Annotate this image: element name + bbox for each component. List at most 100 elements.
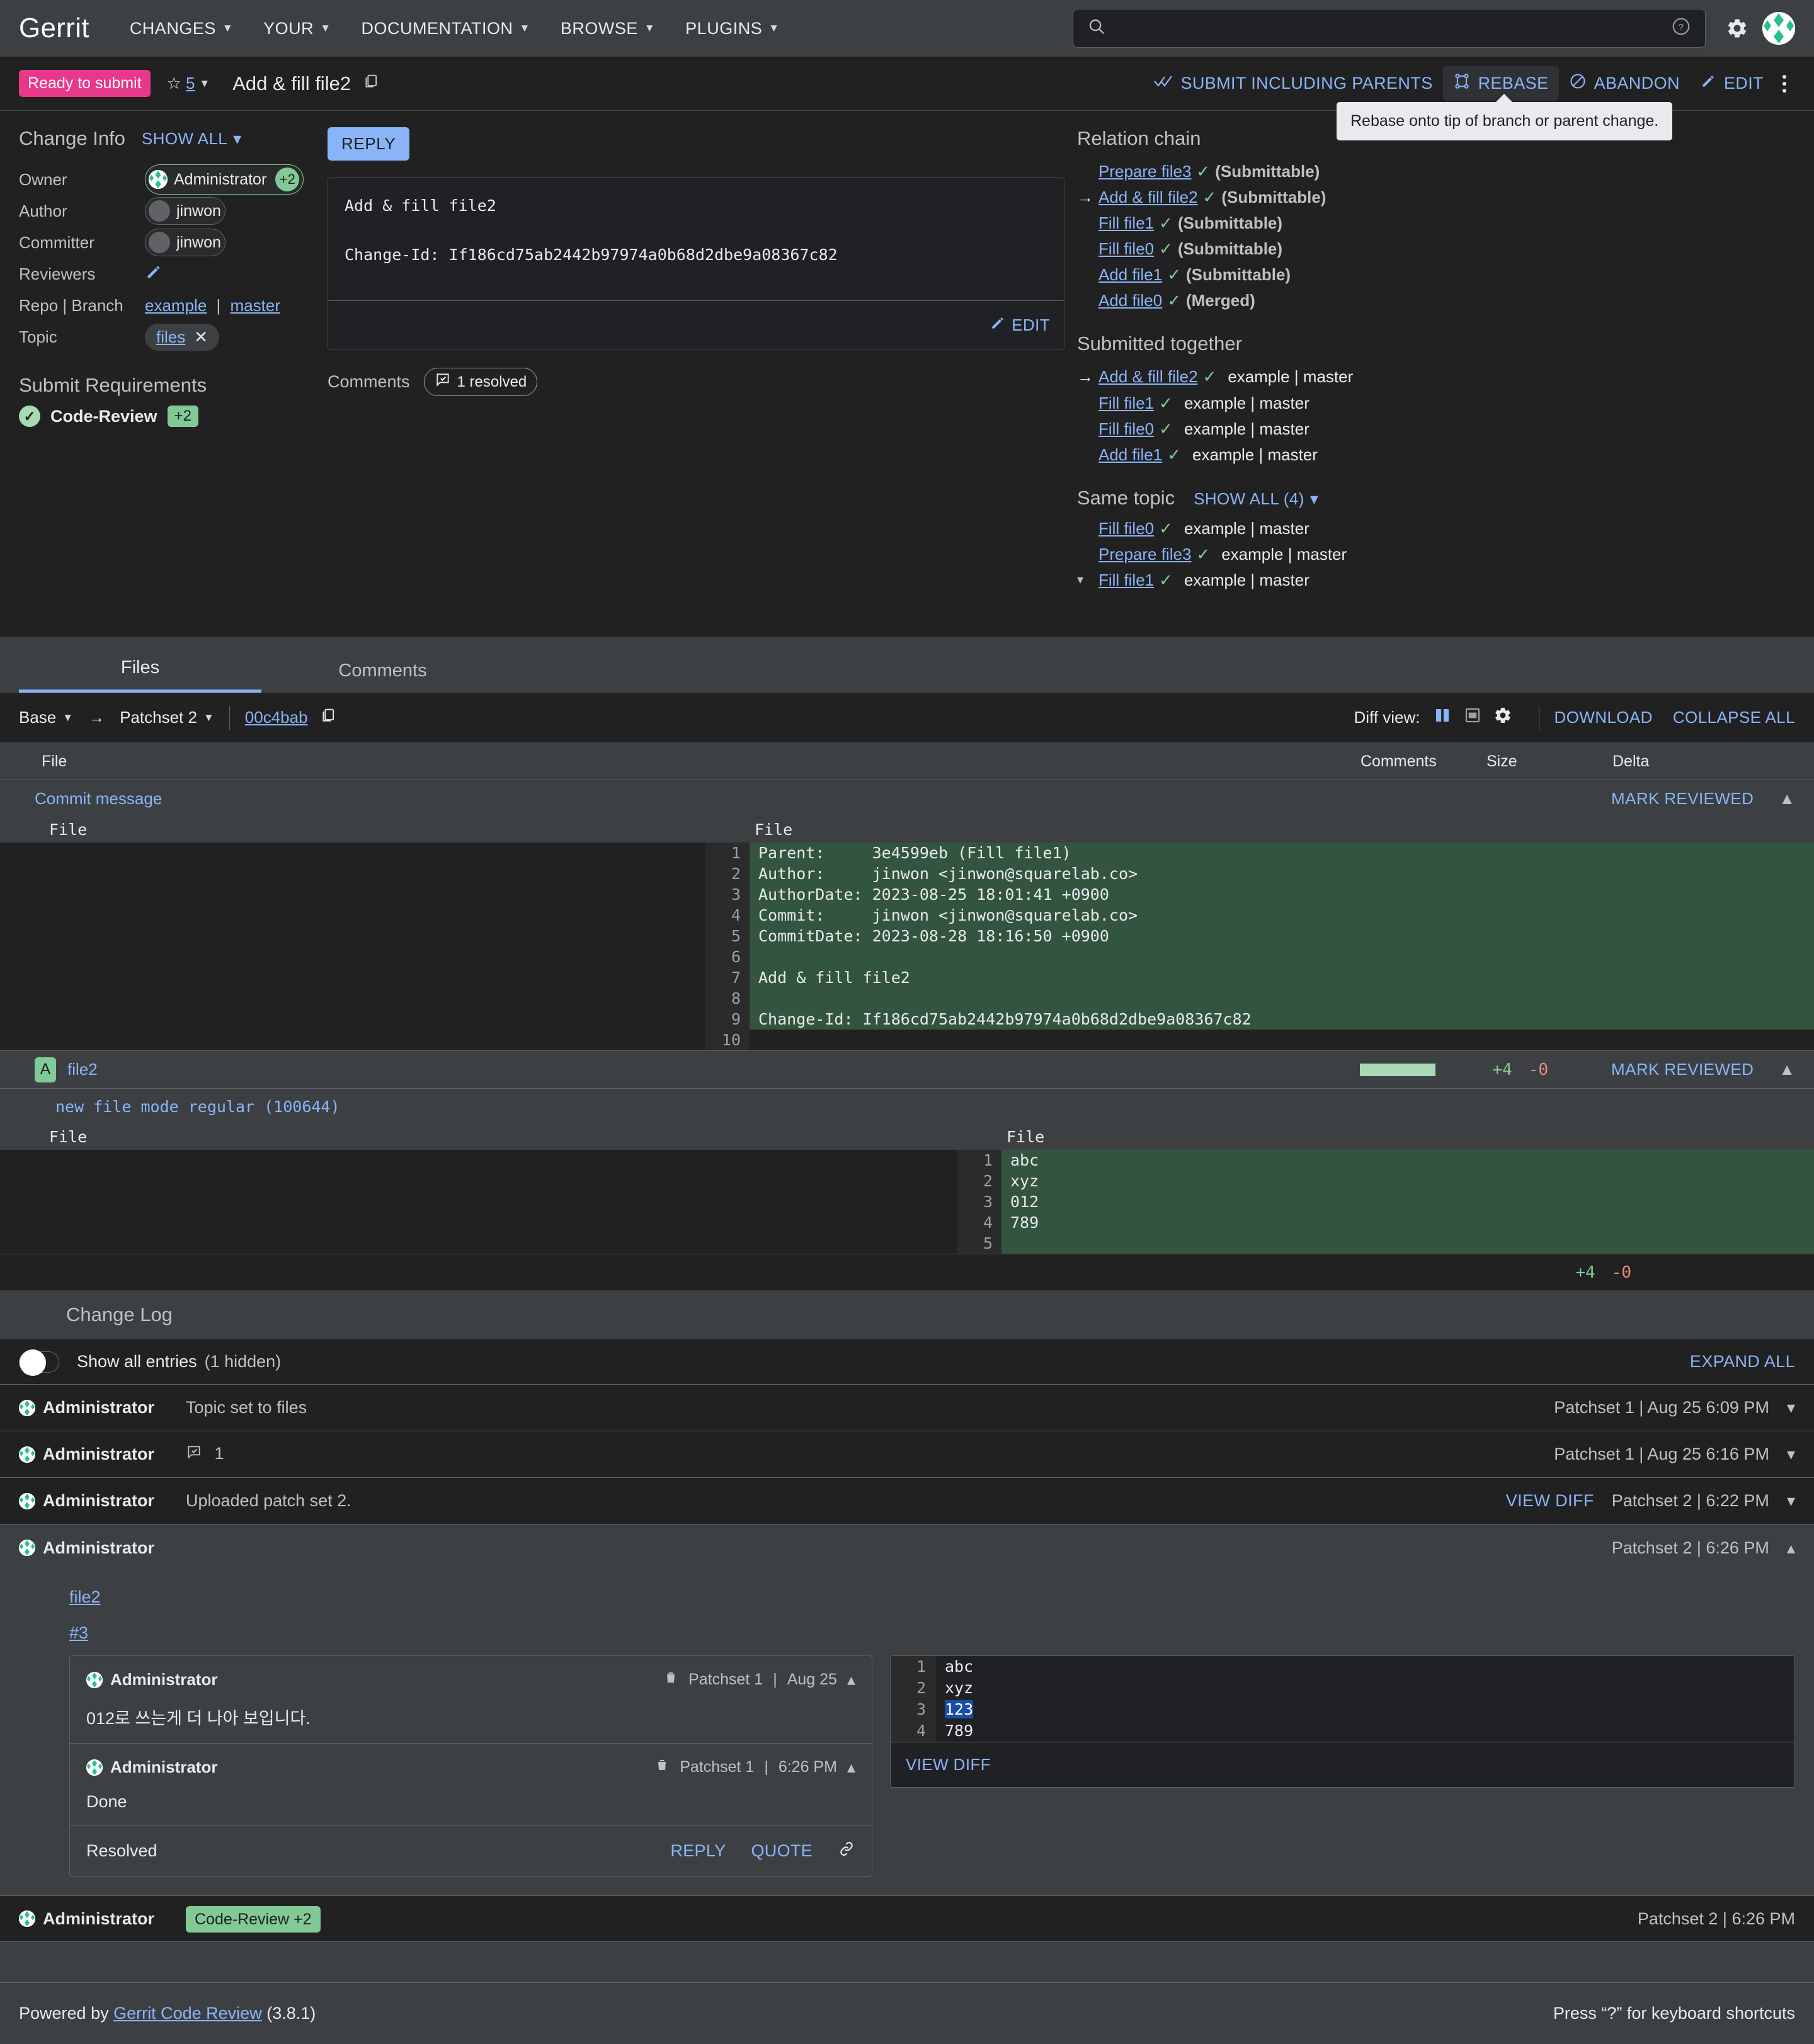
view-diff-button[interactable]: VIEW DIFF — [906, 1755, 991, 1774]
show-all-entries-toggle[interactable] — [19, 1349, 59, 1376]
repo-link[interactable]: example — [145, 296, 207, 315]
user-avatar[interactable] — [1762, 12, 1795, 45]
chevron-up-icon[interactable]: ▴ — [847, 1757, 855, 1777]
copy-sha-icon[interactable] — [319, 707, 337, 729]
star-count[interactable]: 5 — [186, 74, 195, 93]
relation-chain-item[interactable]: Fill file1 ✓ (Submittable) — [1077, 210, 1795, 236]
relation-link[interactable]: Add file1 — [1098, 262, 1162, 288]
nav-item-browse[interactable]: BROWSE ▼ — [545, 19, 670, 38]
comment-file-link[interactable]: file2 — [69, 1587, 101, 1607]
nav-item-plugins[interactable]: PLUGINS ▼ — [670, 19, 794, 38]
gerrit-link[interactable]: Gerrit Code Review — [113, 2004, 262, 2023]
relation-link[interactable]: Fill file0 — [1098, 236, 1154, 262]
chevron-down-icon[interactable]: ▾ — [1077, 571, 1093, 591]
star-control[interactable]: ☆ 5 ▼ — [167, 74, 210, 93]
file-row-commit-message[interactable]: Commit message MARK REVIEWED ▲ — [0, 780, 1814, 818]
comment-line-link[interactable]: #3 — [69, 1623, 88, 1643]
change-log-entry-vote[interactable]: Administrator Code-Review +2 Patchset 2 … — [0, 1895, 1814, 1943]
change-log-entry-expanded[interactable]: Administrator Patchset 2 | 6:26 PM ▴ — [0, 1524, 1814, 1572]
relation-link[interactable]: Prepare file3 — [1098, 159, 1191, 185]
same-topic-link[interactable]: Fill file1 — [1098, 567, 1154, 593]
submitted-link[interactable]: Fill file1 — [1098, 390, 1154, 416]
resolved-comments-chip[interactable]: 1 resolved — [423, 368, 538, 396]
topic-link[interactable]: files — [156, 327, 185, 347]
edit-button[interactable]: EDIT — [1690, 67, 1774, 100]
change-log-entry[interactable]: Administrator Topic set to files Patchse… — [0, 1385, 1814, 1432]
same-topic-show-all-button[interactable]: SHOW ALL (4) ▾ — [1194, 489, 1318, 509]
relation-chain-item[interactable]: Add file1 ✓ (Submittable) — [1077, 262, 1795, 288]
expand-all-button[interactable]: EXPAND ALL — [1690, 1352, 1795, 1371]
branch-link[interactable]: master — [231, 296, 280, 315]
file-name[interactable]: Commit message — [35, 789, 162, 809]
chevron-up-icon[interactable]: ▴ — [1787, 1538, 1795, 1558]
search-input[interactable] — [1115, 18, 1662, 38]
side-by-side-diff-icon[interactable] — [1433, 706, 1452, 729]
submitted-link[interactable]: Add file1 — [1098, 442, 1162, 468]
chevron-down-icon[interactable]: ▾ — [1787, 1398, 1795, 1417]
quote-comment-button[interactable]: QUOTE — [751, 1841, 813, 1861]
tab-files[interactable]: Files — [19, 657, 261, 693]
chevron-down-icon[interactable]: ▼ — [199, 77, 210, 90]
delete-icon[interactable] — [654, 1757, 670, 1777]
chevron-down-icon[interactable]: ▾ — [1787, 1491, 1795, 1511]
view-diff-button[interactable]: VIEW DIFF — [1506, 1491, 1594, 1511]
relation-link[interactable]: Add & fill file2 — [1098, 185, 1198, 210]
gear-icon[interactable] — [1726, 17, 1748, 40]
chevron-down-icon[interactable]: ▾ — [1787, 1445, 1795, 1464]
relation-chain-item[interactable]: Prepare file3 ✓ (Submittable) — [1077, 159, 1795, 185]
target-patchset-select[interactable]: Patchset 2 ▼ — [120, 708, 214, 727]
change-log-entry[interactable]: Administrator Uploaded patch set 2. VIEW… — [0, 1478, 1814, 1525]
change-log-entry[interactable]: Administrator 1 Patchset 1 | Aug 25 6:16… — [0, 1431, 1814, 1479]
edit-commit-message-button[interactable]: EDIT — [990, 315, 1050, 336]
collapse-icon[interactable]: ▲ — [1779, 789, 1795, 809]
diff-preferences-gear-icon[interactable] — [1493, 706, 1512, 729]
same-topic-item[interactable]: ▾ Fill file1 ✓ example | master — [1077, 567, 1795, 593]
abandon-button[interactable]: ABANDON — [1559, 66, 1690, 101]
reply-button[interactable]: REPLY — [328, 127, 410, 161]
unified-diff-icon[interactable] — [1463, 706, 1482, 729]
relation-link[interactable]: Fill file1 — [1098, 210, 1154, 236]
tab-comments[interactable]: Comments — [261, 661, 504, 693]
owner-chip[interactable]: Administrator +2 — [145, 164, 304, 195]
submitted-together-item[interactable]: Fill file0 ✓ example | master — [1077, 416, 1795, 442]
same-topic-item[interactable]: Prepare file3 ✓ example | master — [1077, 542, 1795, 567]
gerrit-logo[interactable]: Gerrit — [19, 13, 89, 44]
download-button[interactable]: DOWNLOAD — [1554, 708, 1653, 727]
same-topic-item[interactable]: Fill file0 ✓ example | master — [1077, 516, 1795, 542]
nav-item-your[interactable]: YOUR ▼ — [248, 19, 346, 38]
file-name[interactable]: file2 — [67, 1060, 98, 1079]
relation-chain-item[interactable]: Add file0 ✓ (Merged) — [1077, 288, 1795, 314]
base-patchset-select[interactable]: Base ▼ — [19, 708, 73, 727]
nav-item-changes[interactable]: CHANGES ▼ — [115, 19, 248, 38]
submitted-link[interactable]: Fill file0 — [1098, 416, 1154, 442]
mark-reviewed-button[interactable]: MARK REVIEWED — [1611, 1060, 1754, 1079]
edit-reviewers-icon[interactable] — [145, 263, 163, 285]
reply-comment-button[interactable]: REPLY — [670, 1841, 726, 1861]
collapse-all-button[interactable]: COLLAPSE ALL — [1673, 708, 1795, 727]
more-options-icon[interactable] — [1774, 71, 1795, 96]
submitted-together-item-current[interactable]: → Add & fill file2 ✓ example | master — [1077, 364, 1795, 390]
star-icon[interactable]: ☆ — [167, 74, 181, 93]
delete-icon[interactable] — [663, 1670, 678, 1689]
chevron-up-icon[interactable]: ▴ — [847, 1670, 855, 1689]
mark-reviewed-button[interactable]: MARK REVIEWED — [1611, 789, 1754, 809]
author-chip[interactable]: jinwon — [145, 197, 225, 225]
same-topic-link[interactable]: Fill file0 — [1098, 516, 1154, 542]
submitted-link[interactable]: Add & fill file2 — [1098, 364, 1198, 390]
relation-chain-item[interactable]: Fill file0 ✓ (Submittable) — [1077, 236, 1795, 262]
submitted-together-item[interactable]: Fill file1 ✓ example | master — [1077, 390, 1795, 416]
help-icon[interactable]: ? — [1671, 16, 1691, 41]
relation-chain-item-current[interactable]: → Add & fill file2 ✓ (Submittable) — [1077, 185, 1795, 210]
file-row-file2[interactable]: A file2 +4 -0 MARK REVIEWED ▲ — [0, 1050, 1814, 1089]
search-box[interactable]: ? — [1073, 9, 1706, 48]
close-icon[interactable]: ✕ — [194, 327, 208, 347]
collapse-icon[interactable]: ▲ — [1779, 1060, 1795, 1079]
copy-icon[interactable] — [362, 72, 380, 94]
link-icon[interactable] — [838, 1840, 855, 1862]
nav-item-documentation[interactable]: DOCUMENTATION ▼ — [346, 19, 545, 38]
submitted-together-item[interactable]: Add file1 ✓ example | master — [1077, 442, 1795, 468]
submit-including-parents-button[interactable]: SUBMIT INCLUDING PARENTS — [1144, 67, 1442, 100]
relation-link[interactable]: Add file0 — [1098, 288, 1162, 314]
show-all-button[interactable]: SHOW ALL ▾ — [142, 129, 242, 149]
commit-sha-link[interactable]: 00c4bab — [245, 708, 308, 727]
